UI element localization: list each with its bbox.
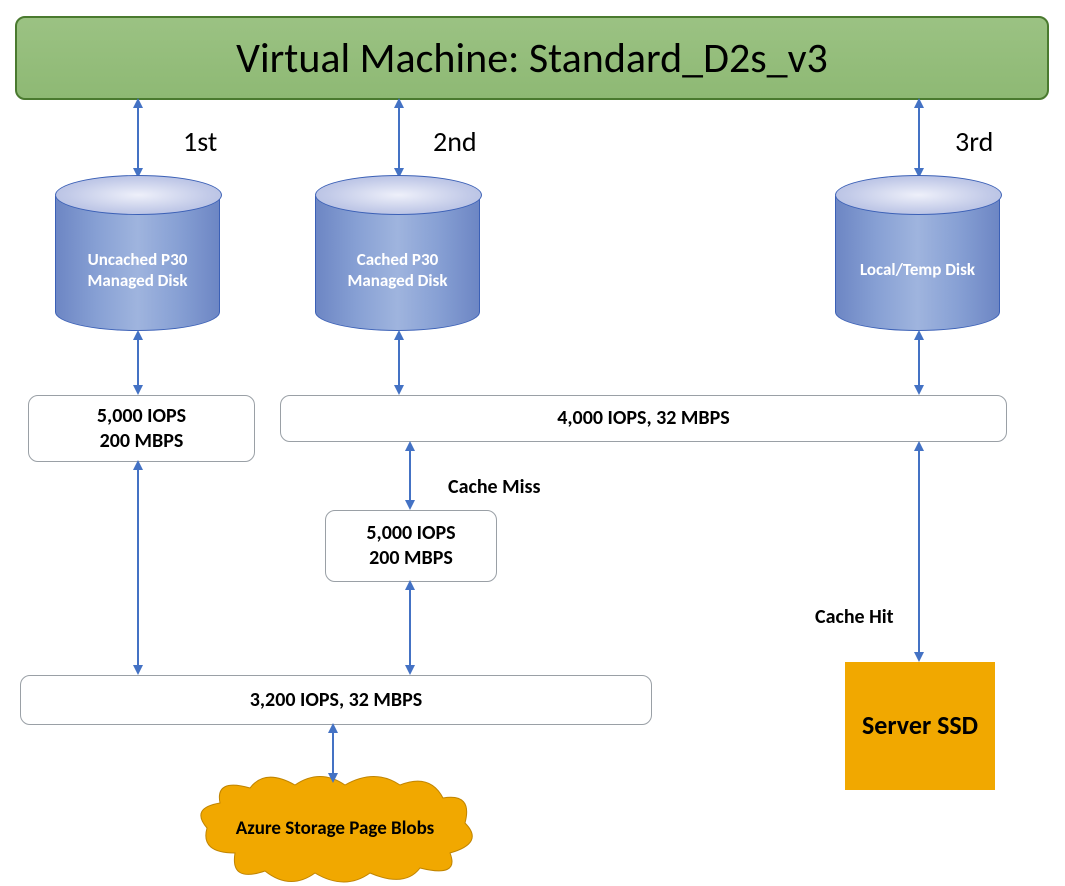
ordinal-2nd: 2nd bbox=[433, 124, 477, 159]
arrow-icon bbox=[403, 580, 417, 675]
arrow-icon bbox=[131, 98, 145, 178]
arrow-icon bbox=[912, 98, 926, 178]
arrow-icon bbox=[131, 460, 145, 675]
metric-cached-local: 4,000 IOPS, 32 MBPS bbox=[280, 395, 1007, 442]
label-cache-hit: Cache Hit bbox=[815, 605, 894, 629]
server-ssd-box: Server SSD bbox=[845, 662, 995, 790]
arrow-icon bbox=[392, 98, 406, 178]
vm-title-box: Virtual Machine: Standard_D2s_v3 bbox=[15, 16, 1049, 100]
disk-cached-label: Cached P30 Managed Disk bbox=[326, 249, 469, 292]
metric-page-blobs: 3,200 IOPS, 32 MBPS bbox=[20, 675, 652, 725]
disk-uncached: Uncached P30 Managed Disk bbox=[55, 175, 220, 331]
arrow-icon bbox=[131, 330, 145, 395]
page-blobs-cloud: Azure Storage Page Blobs bbox=[195, 773, 475, 883]
arrow-icon bbox=[403, 441, 417, 510]
cylinder-top-icon bbox=[55, 175, 222, 215]
arrow-icon bbox=[912, 330, 926, 395]
cylinder-top-icon bbox=[315, 175, 482, 215]
arrow-icon bbox=[326, 723, 340, 783]
page-blobs-label: Azure Storage Page Blobs bbox=[195, 818, 475, 841]
metric-cache-miss: 5,000 IOPS 200 MBPS bbox=[325, 510, 497, 582]
ordinal-1st: 1st bbox=[183, 124, 217, 159]
disk-cached: Cached P30 Managed Disk bbox=[315, 175, 480, 331]
disk-local-label: Local/Temp Disk bbox=[860, 259, 975, 280]
arrow-icon bbox=[392, 330, 406, 395]
disk-local: Local/Temp Disk bbox=[835, 175, 1000, 331]
cylinder-top-icon bbox=[835, 175, 1002, 215]
disk-uncached-label: Uncached P30 Managed Disk bbox=[66, 249, 209, 292]
ordinal-3rd: 3rd bbox=[955, 124, 993, 159]
vm-title-text: Virtual Machine: Standard_D2s_v3 bbox=[236, 33, 828, 84]
label-cache-miss: Cache Miss bbox=[448, 475, 541, 499]
metric-uncached: 5,000 IOPS 200 MBPS bbox=[28, 395, 255, 462]
server-ssd-label: Server SSD bbox=[862, 711, 978, 741]
arrow-icon bbox=[912, 441, 926, 662]
